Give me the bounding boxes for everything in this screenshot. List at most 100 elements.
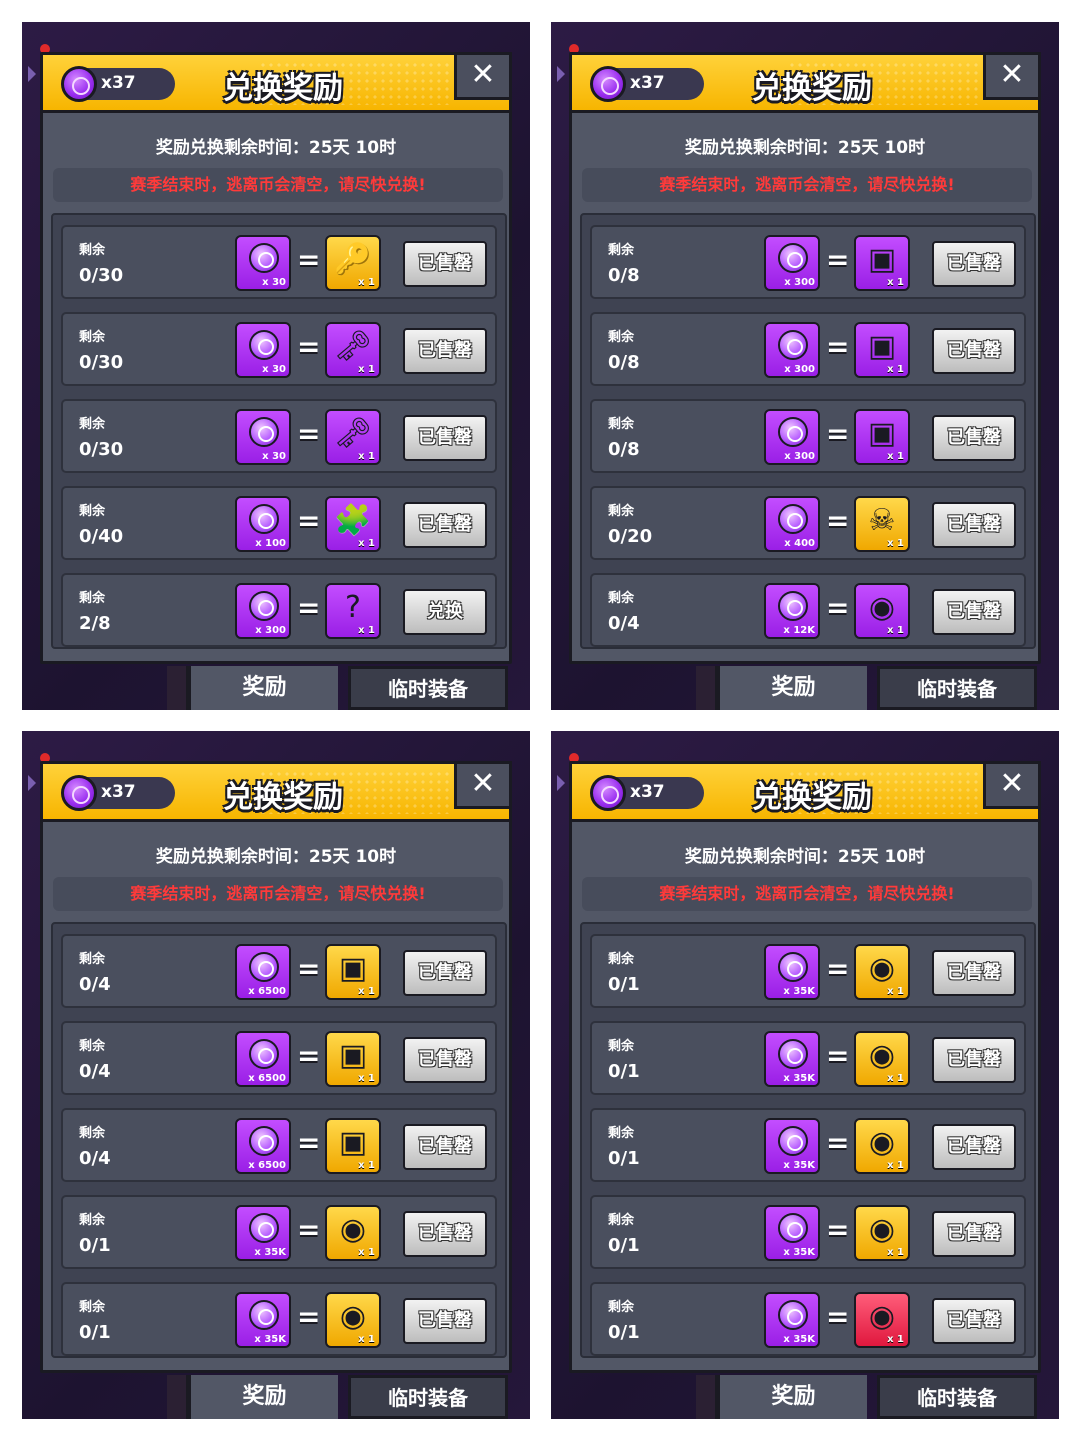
cost-amount: x 300 <box>784 364 815 375</box>
exchange-timer: 奖励兑换剩余时间：25天 10时 <box>684 847 926 867</box>
item-glyph: 🔑 <box>334 242 372 277</box>
item-glyph: ◉ <box>868 1038 896 1073</box>
exchange-button[interactable]: 已售罄 <box>932 1298 1016 1344</box>
exchange-button[interactable]: 已售罄 <box>932 589 1016 635</box>
purple-chest-icon: ▣ x 1 <box>854 235 910 291</box>
exchange-button[interactable]: 已售罄 <box>932 241 1016 287</box>
gem-icon <box>249 591 279 621</box>
puzzle-piece-icon: 🧩 x 1 <box>325 496 381 552</box>
tab-rewards[interactable]: 奖励 <box>188 666 338 710</box>
equals-sign: = <box>826 243 850 276</box>
tab-temp-gear[interactable]: 临时装备 <box>877 1375 1037 1419</box>
gold-chest-icon: ◉ x 1 <box>854 1031 910 1087</box>
cost-badge: x 300 <box>764 409 820 465</box>
item-quantity: x 1 <box>887 1247 904 1258</box>
exchange-button[interactable]: 已售罄 <box>932 1037 1016 1083</box>
panel-title: 兑换奖励 <box>223 780 343 815</box>
remaining-label: 剩余 <box>79 1300 106 1315</box>
exchange-button[interactable]: 已售罄 <box>932 502 1016 548</box>
exchange-button[interactable]: 已售罄 <box>403 1211 487 1257</box>
item-glyph: 🗝 <box>333 416 373 451</box>
cost-amount: x 6500 <box>248 1073 286 1084</box>
cost-amount: x 35K <box>254 1247 286 1258</box>
item-quantity: x 1 <box>358 986 375 997</box>
gem-icon <box>249 417 279 447</box>
gold-chest-icon: ▣ x 1 <box>325 944 381 1000</box>
item-glyph: ▣ <box>338 951 368 986</box>
season-warning: 赛季结束时，逃离币会清空，请尽快兑换! <box>53 877 503 911</box>
cost-badge: x 35K <box>764 944 820 1000</box>
equals-sign: = <box>826 504 850 537</box>
exchange-button[interactable]: 已售罄 <box>932 1211 1016 1257</box>
item-glyph: ▣ <box>338 1125 368 1160</box>
gold-key-icon: 🗝 x 1 <box>325 322 381 378</box>
gem-icon <box>778 591 808 621</box>
cost-badge: x 6500 <box>235 944 291 1000</box>
exchange-button[interactable]: 已售罄 <box>403 1298 487 1344</box>
close-button[interactable]: ✕ <box>983 761 1041 809</box>
remaining-value: 0/4 <box>79 1061 111 1082</box>
side-arrow-icon[interactable] <box>557 775 565 791</box>
gold-chest-icon: ◉ x 1 <box>325 1292 381 1348</box>
equals-sign: = <box>826 1126 850 1159</box>
exchange-button[interactable]: 已售罄 <box>932 950 1016 996</box>
exchange-button[interactable]: 已售罄 <box>403 241 487 287</box>
reward-list: 剩余 0/4 x 6500 = ▣ x 1 已售罄 剩余 0/4 x 6500 = ▣ x 1 已售罄 剩余… <box>51 922 507 1358</box>
exchange-button[interactable]: 已售罄 <box>932 1124 1016 1170</box>
gold-chest-icon: ▣ x 1 <box>325 1118 381 1174</box>
exchange-button[interactable]: 已售罄 <box>932 415 1016 461</box>
side-arrow-icon[interactable] <box>28 775 36 791</box>
item-glyph: ☠ <box>868 503 896 538</box>
reward-row: 剩余 0/1 x 35K = ◉ x 1 已售罄 <box>61 1195 497 1269</box>
currency-amount: x37 <box>630 782 665 802</box>
cost-badge: x 35K <box>764 1292 820 1348</box>
exchange-button[interactable]: 已售罄 <box>403 415 487 461</box>
currency-display: x37 <box>61 66 175 102</box>
tab-divider <box>696 1375 718 1419</box>
gem-icon <box>778 1213 808 1243</box>
equals-sign: = <box>826 330 850 363</box>
exchange-button[interactable]: 已售罄 <box>403 1037 487 1083</box>
close-button[interactable]: ✕ <box>983 52 1041 100</box>
side-arrow-icon[interactable] <box>28 66 36 82</box>
reward-list: 剩余 0/8 x 300 = ▣ x 1 已售罄 剩余 0/8 x 300 = ▣ x 1 已售罄 剩余 0/… <box>580 213 1036 649</box>
remaining-value: 0/30 <box>79 439 124 460</box>
tab-temp-gear[interactable]: 临时装备 <box>348 666 508 710</box>
item-quantity: x 1 <box>887 1334 904 1345</box>
item-quantity: x 1 <box>358 1334 375 1345</box>
tab-rewards[interactable]: 奖励 <box>188 1375 338 1419</box>
exchange-button[interactable]: 兑换 <box>403 589 487 635</box>
item-glyph: ◉ <box>868 1212 896 1247</box>
tab-rewards[interactable]: 奖励 <box>717 666 867 710</box>
equals-sign: = <box>297 1039 321 1072</box>
item-quantity: x 1 <box>887 364 904 375</box>
close-button[interactable]: ✕ <box>454 761 512 809</box>
remaining-value: 0/30 <box>79 265 124 286</box>
cost-amount: x 6500 <box>248 986 286 997</box>
equals-sign: = <box>826 1213 850 1246</box>
exchange-button[interactable]: 已售罄 <box>403 1124 487 1170</box>
remaining-value: 0/4 <box>79 974 111 995</box>
cost-badge: x 35K <box>764 1031 820 1087</box>
item-glyph: ◉ <box>339 1299 367 1334</box>
item-quantity: x 1 <box>887 451 904 462</box>
item-quantity: x 1 <box>887 1073 904 1084</box>
item-quantity: x 1 <box>887 625 904 636</box>
exchange-panel: x37 兑换奖励 ✕ 奖励兑换剩余时间：25天 10时 赛季结束时，逃离币会清空，请尽快… <box>569 761 1041 1373</box>
item-glyph: ◉ <box>868 1125 896 1160</box>
reward-row: 剩余 0/4 x 6500 = ▣ x 1 已售罄 <box>61 1108 497 1182</box>
tab-rewards[interactable]: 奖励 <box>717 1375 867 1419</box>
exchange-button[interactable]: 已售罄 <box>403 950 487 996</box>
tab-temp-gear[interactable]: 临时装备 <box>348 1375 508 1419</box>
tab-temp-gear[interactable]: 临时装备 <box>877 666 1037 710</box>
item-glyph: ? <box>345 590 361 625</box>
exchange-button[interactable]: 已售罄 <box>403 502 487 548</box>
exchange-button[interactable]: 已售罄 <box>403 328 487 374</box>
remaining-label: 剩余 <box>79 952 106 967</box>
side-arrow-icon[interactable] <box>557 66 565 82</box>
close-button[interactable]: ✕ <box>454 52 512 100</box>
exchange-button[interactable]: 已售罄 <box>932 328 1016 374</box>
gold-chest-icon: ▣ x 1 <box>325 1031 381 1087</box>
gem-icon <box>249 504 279 534</box>
item-quantity: x 1 <box>358 1160 375 1171</box>
